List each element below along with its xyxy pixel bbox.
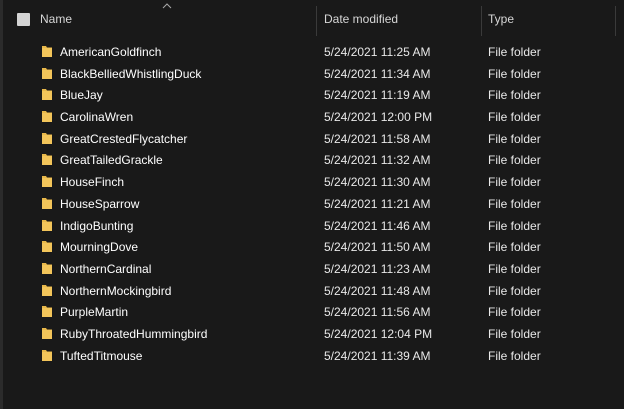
folder-icon <box>42 197 52 209</box>
column-header-date-label: Date modified <box>324 12 399 26</box>
file-type: File folder <box>488 261 541 276</box>
file-name[interactable]: GreatTailedGrackle <box>60 153 163 167</box>
file-name[interactable]: BlueJay <box>60 88 103 102</box>
column-header-name[interactable]: Name <box>40 0 72 38</box>
file-row[interactable]: BlackBelliedWhistlingDuck 5/24/2021 11:34… <box>0 63 624 85</box>
folder-icon <box>42 219 52 231</box>
file-date-modified: 5/24/2021 12:00 PM <box>324 110 433 125</box>
file-date-modified: 5/24/2021 11:34 AM <box>324 66 431 81</box>
file-row[interactable]: RubyThroatedHummingbird 5/24/2021 12:04 P… <box>0 323 624 345</box>
file-date-modified: 5/24/2021 11:21 AM <box>324 196 431 211</box>
file-name[interactable]: HouseFinch <box>60 175 124 189</box>
file-name[interactable]: HouseSparrow <box>60 197 139 211</box>
file-date-modified: 5/24/2021 11:25 AM <box>324 45 431 59</box>
file-row[interactable]: IndigoBunting 5/24/2021 11:46 AM File fold… <box>0 215 624 237</box>
folder-icon <box>42 132 52 144</box>
file-type: File folder <box>488 240 541 255</box>
folder-icon <box>42 306 52 318</box>
file-date-modified: 5/24/2021 11:19 AM <box>324 88 431 103</box>
folder-icon <box>42 89 52 101</box>
file-row[interactable]: HouseSparrow 5/24/2021 11:21 AM File folde… <box>0 193 624 215</box>
file-name[interactable]: AmericanGoldfinch <box>60 45 161 59</box>
file-type: File folder <box>488 326 541 341</box>
file-type: File folder <box>488 218 541 233</box>
file-name[interactable]: NorthernCardinal <box>60 262 151 276</box>
column-divider[interactable] <box>615 6 616 36</box>
file-row[interactable]: NorthernMockingbird 5/24/2021 11:48 AM Fil… <box>0 280 624 302</box>
column-divider[interactable] <box>481 6 482 36</box>
file-row[interactable]: MourningDove 5/24/2021 11:50 AM File folde… <box>0 236 624 258</box>
file-date-modified: 5/24/2021 11:23 AM <box>324 261 431 276</box>
file-rows: AmericanGoldfinch 5/24/2021 11:25 AM File … <box>0 41 624 366</box>
file-row[interactable]: PurpleMartin 5/24/2021 11:56 AM File folde… <box>0 301 624 323</box>
file-type: File folder <box>488 196 541 211</box>
file-name[interactable]: IndigoBunting <box>60 219 133 233</box>
file-type: File folder <box>488 348 541 363</box>
file-date-modified: 5/24/2021 11:39 AM <box>324 348 431 363</box>
file-row[interactable]: GreatCrestedFlycatcher 5/24/2021 11:58 AM… <box>0 128 624 150</box>
file-row[interactable]: AmericanGoldfinch 5/24/2021 11:25 AM File … <box>0 41 624 63</box>
file-date-modified: 5/24/2021 11:56 AM <box>324 305 431 320</box>
file-type: File folder <box>488 175 541 190</box>
folder-icon <box>42 46 52 57</box>
file-row[interactable]: HouseFinch 5/24/2021 11:30 AM File folder <box>0 171 624 193</box>
file-name[interactable]: GreatCrestedFlycatcher <box>60 132 187 146</box>
column-header-type[interactable]: Type <box>488 0 514 38</box>
folder-icon <box>42 284 52 296</box>
file-row[interactable]: GreatTailedGrackle 5/24/2021 11:32 AM File… <box>0 149 624 171</box>
folder-icon <box>42 241 52 253</box>
file-name[interactable]: MourningDove <box>60 240 138 254</box>
file-date-modified: 5/24/2021 11:50 AM <box>324 240 431 255</box>
file-name[interactable]: TuftedTitmouse <box>60 349 142 363</box>
column-header-date-modified[interactable]: Date modified <box>324 0 398 38</box>
folder-icon <box>42 176 52 188</box>
file-date-modified: 5/24/2021 11:30 AM <box>324 175 431 190</box>
file-type: File folder <box>488 305 541 320</box>
file-date-modified: 5/24/2021 11:46 AM <box>324 218 431 233</box>
file-name[interactable]: BlackBelliedWhistlingDuck <box>60 67 201 81</box>
file-date-modified: 5/24/2021 11:58 AM <box>324 131 431 146</box>
file-type: File folder <box>488 283 541 298</box>
file-type: File folder <box>488 66 541 81</box>
select-all-checkbox[interactable] <box>17 12 30 26</box>
column-header-type-label: Type <box>488 12 515 26</box>
sort-ascending-icon[interactable] <box>162 3 172 9</box>
file-date-modified: 5/24/2021 12:04 PM <box>324 326 433 341</box>
folder-icon <box>42 111 52 123</box>
file-list-view: Name Date modified Type AmericanGoldfinc… <box>0 0 624 409</box>
file-type: File folder <box>488 88 541 103</box>
folder-icon <box>42 262 52 274</box>
folder-icon <box>42 67 52 79</box>
folder-icon <box>42 154 52 166</box>
file-type: File folder <box>488 45 541 59</box>
file-row[interactable]: CarolinaWren 5/24/2021 12:00 PM File folde… <box>0 106 624 128</box>
file-row[interactable]: NorthernCardinal 5/24/2021 11:23 AM File f… <box>0 258 624 280</box>
file-date-modified: 5/24/2021 11:32 AM <box>324 153 431 168</box>
file-name[interactable]: PurpleMartin <box>60 305 128 319</box>
file-row[interactable]: TuftedTitmouse 5/24/2021 11:39 AM File fol… <box>0 345 624 367</box>
file-type: File folder <box>488 110 541 125</box>
file-type: File folder <box>488 153 541 168</box>
file-row[interactable]: BlueJay 5/24/2021 11:19 AM File folder <box>0 84 624 106</box>
file-name[interactable]: CarolinaWren <box>60 110 133 124</box>
column-header-name-label: Name <box>40 12 73 26</box>
file-name[interactable]: NorthernMockingbird <box>60 284 171 298</box>
file-name[interactable]: RubyThroatedHummingbird <box>60 327 207 341</box>
file-date-modified: 5/24/2021 11:48 AM <box>324 283 431 298</box>
column-header-bar: Name Date modified Type <box>0 0 624 38</box>
column-divider[interactable] <box>316 6 317 36</box>
select-all-column[interactable] <box>17 0 31 38</box>
folder-icon <box>42 349 52 361</box>
folder-icon <box>42 327 52 339</box>
file-type: File folder <box>488 131 541 146</box>
